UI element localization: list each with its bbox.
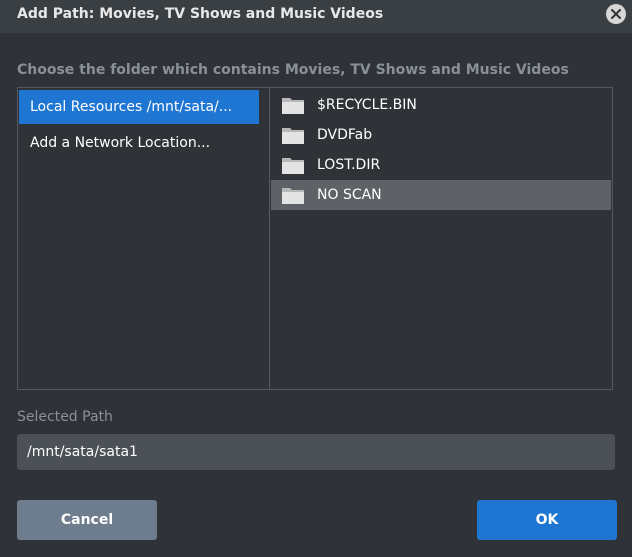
folder-name: NO SCAN	[317, 187, 382, 203]
folder-prompt: Choose the folder which contains Movies,…	[17, 62, 569, 78]
dialog-title: Add Path: Movies, TV Shows and Music Vid…	[17, 6, 384, 22]
location-item-add-network[interactable]: Add a Network Location...	[19, 126, 259, 160]
dialog-titlebar: Add Path: Movies, TV Shows and Music Vid…	[0, 0, 632, 33]
folder-row-dvdfab[interactable]: DVDFab	[271, 120, 611, 150]
selected-path-input[interactable]	[17, 434, 615, 470]
location-label: Add a Network Location...	[30, 135, 211, 151]
cancel-button[interactable]: Cancel	[17, 500, 157, 540]
folder-browser: Local Resources /mnt/sata/... Add a Netw…	[17, 87, 613, 390]
folder-icon	[282, 128, 304, 144]
folder-icon	[282, 98, 304, 114]
folder-row-no-scan[interactable]: NO SCAN	[271, 180, 611, 210]
folder-row-recycle-bin[interactable]: $RECYCLE.BIN	[271, 90, 611, 120]
location-label: Local Resources /mnt/sata/...	[30, 99, 233, 115]
folder-icon	[282, 188, 304, 204]
location-item-local-resources[interactable]: Local Resources /mnt/sata/...	[19, 90, 259, 124]
ok-button[interactable]: OK	[477, 500, 617, 540]
location-list: Local Resources /mnt/sata/... Add a Netw…	[18, 88, 270, 389]
folder-name: DVDFab	[317, 127, 373, 143]
add-path-dialog: Add Path: Movies, TV Shows and Music Vid…	[0, 0, 632, 557]
close-icon	[611, 9, 621, 19]
folder-name: LOST.DIR	[317, 157, 381, 173]
folder-row-lost-dir[interactable]: LOST.DIR	[271, 150, 611, 180]
close-button[interactable]	[606, 4, 626, 24]
folder-list: $RECYCLE.BIN DVDFab LOST.DIR NO SCAN	[270, 88, 612, 389]
folder-name: $RECYCLE.BIN	[317, 97, 417, 113]
selected-path-label: Selected Path	[17, 409, 113, 425]
folder-icon	[282, 158, 304, 174]
